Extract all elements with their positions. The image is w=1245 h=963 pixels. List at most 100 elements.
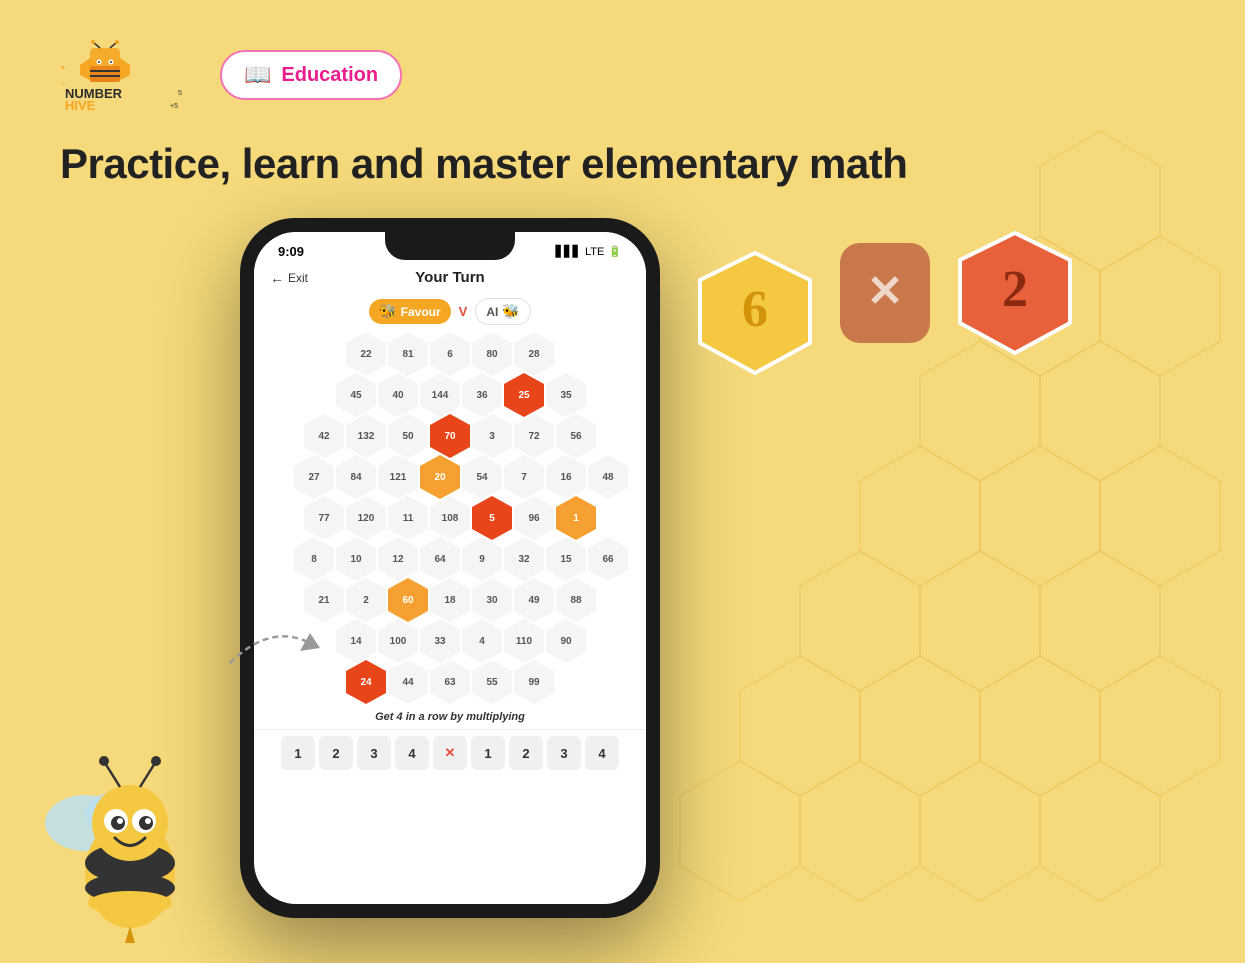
hex-cell[interactable]: 108	[430, 496, 470, 540]
svg-text:+: +	[62, 81, 65, 87]
battery-icon: 🔋	[608, 245, 622, 258]
num-tile-3b[interactable]: 3	[547, 736, 581, 770]
hex-cell[interactable]: 28	[514, 332, 554, 376]
hex-cell[interactable]: 20	[420, 455, 460, 499]
svg-text:5: 5	[178, 90, 182, 97]
hex-cell[interactable]: 88	[556, 578, 596, 622]
hex-cell[interactable]: 72	[514, 414, 554, 458]
hex-cell[interactable]: 54	[462, 455, 502, 499]
hex-cell[interactable]: 15	[546, 537, 586, 581]
hex-cell[interactable]: 110	[504, 619, 544, 663]
hex-cell[interactable]: 77	[304, 496, 344, 540]
hex-cell[interactable]: 70	[430, 414, 470, 458]
hex-cell[interactable]: 49	[514, 578, 554, 622]
hex-cell[interactable]: 7	[504, 455, 544, 499]
hex-cell[interactable]: 96	[514, 496, 554, 540]
hex-row-5: 77 120 11 108 5 96 1	[262, 496, 638, 540]
hex-cell[interactable]: 42	[304, 414, 344, 458]
hex-row-6: 8 10 12 64 9 32 15 66	[284, 537, 638, 581]
hex-cell[interactable]: 121	[378, 455, 418, 499]
hex-row-8: 14 100 33 4 110 90	[284, 619, 638, 663]
player1-name: Favour	[401, 305, 441, 319]
hex-cell[interactable]: 48	[588, 455, 628, 499]
players-bar: 🐝 Favour V AI 🐝	[254, 292, 646, 331]
hex-cell[interactable]: 40	[378, 373, 418, 417]
hex-cell[interactable]: 9	[462, 537, 502, 581]
hex-cell[interactable]: 4	[462, 619, 502, 663]
num-tile-cancel[interactable]: ✕	[433, 736, 467, 770]
num-tile-4[interactable]: 4	[395, 736, 429, 770]
tagline: Practice, learn and master elementary ma…	[60, 140, 1185, 188]
phone-frame: 9:09 ▋▋▋ LTE 🔋 ← Exit Your Turn	[240, 218, 660, 918]
education-badge[interactable]: 📖 Education	[220, 50, 402, 100]
hex-row-2: 45 40 144 36 25 35	[284, 373, 638, 417]
vs-label: V	[459, 304, 468, 319]
hex-cell[interactable]: 99	[514, 660, 554, 704]
num-tile-1b[interactable]: 1	[471, 736, 505, 770]
dashed-arrow	[220, 613, 320, 678]
hex-cell[interactable]: 144	[420, 373, 460, 417]
hex-cell[interactable]: 80	[472, 332, 512, 376]
hex-cell[interactable]: 55	[472, 660, 512, 704]
status-time: 9:09	[278, 244, 304, 259]
hex-cell[interactable]: 22	[346, 332, 386, 376]
hex-cell[interactable]: 64	[420, 537, 460, 581]
back-button[interactable]: ← Exit	[270, 270, 308, 286]
num-tile-3[interactable]: 3	[357, 736, 391, 770]
hex-cell[interactable]: 60	[388, 578, 428, 622]
badge-label: Education	[281, 64, 378, 87]
hex-cell[interactable]: 36	[462, 373, 502, 417]
hex-cell[interactable]: 44	[388, 660, 428, 704]
player2-tag: AI 🐝	[475, 298, 530, 325]
hex-cell[interactable]: 90	[546, 619, 586, 663]
hex-cell[interactable]: 32	[504, 537, 544, 581]
hex-cell[interactable]: 3	[472, 414, 512, 458]
num-tile-4b[interactable]: 4	[585, 736, 619, 770]
hex-cell[interactable]: 66	[588, 537, 628, 581]
phone-mockup: 9:09 ▋▋▋ LTE 🔋 ← Exit Your Turn	[240, 218, 660, 918]
hex-cell[interactable]: 33	[420, 619, 460, 663]
hex-cell[interactable]: 63	[430, 660, 470, 704]
hex-cell[interactable]: 2	[346, 578, 386, 622]
hex-cell[interactable]: 132	[346, 414, 386, 458]
main-area: 9:09 ▋▋▋ LTE 🔋 ← Exit Your Turn	[60, 218, 1185, 918]
hex-cell[interactable]: 12	[378, 537, 418, 581]
hex-cell[interactable]: 18	[430, 578, 470, 622]
hex-cell[interactable]: 45	[336, 373, 376, 417]
hex-cell[interactable]: 25	[504, 373, 544, 417]
hex-cell[interactable]: 56	[556, 414, 596, 458]
phone-notch	[385, 232, 515, 260]
hex-row-1: 22 81 6 80 28	[262, 332, 638, 376]
hex-row-3: 42 132 50 70 3 72 56	[262, 414, 638, 458]
num-tile-2b[interactable]: 2	[509, 736, 543, 770]
svg-text:2: 2	[1002, 261, 1028, 318]
hex-cell[interactable]: 81	[388, 332, 428, 376]
hex-cell[interactable]: 120	[346, 496, 386, 540]
hex-cell[interactable]: 10	[336, 537, 376, 581]
hex-cell[interactable]: 30	[472, 578, 512, 622]
hex-cell[interactable]: 84	[336, 455, 376, 499]
page-content: NUMBER HIVE ✦ + 5 +5 📖 Education Practic…	[0, 0, 1245, 958]
hex-cell[interactable]: 11	[388, 496, 428, 540]
player1-bee-icon: 🐝	[379, 303, 396, 320]
app-header: ← Exit Your Turn	[254, 263, 646, 292]
hex-cell[interactable]: 5	[472, 496, 512, 540]
network-label: LTE	[585, 246, 604, 258]
hex-cell[interactable]: 50	[388, 414, 428, 458]
hex-cell[interactable]: 1	[556, 496, 596, 540]
num-tile-2[interactable]: 2	[319, 736, 353, 770]
hex-cell[interactable]: 35	[546, 373, 586, 417]
hex-cell[interactable]: 27	[294, 455, 334, 499]
book-icon: 📖	[244, 62, 271, 88]
hex-cell[interactable]: 16	[546, 455, 586, 499]
hex-cell[interactable]: 100	[378, 619, 418, 663]
bee-decoration	[30, 743, 210, 948]
float-hex-6: 6	[695, 248, 815, 383]
hex-cell[interactable]: 24	[346, 660, 386, 704]
hex-cell[interactable]: 6	[430, 332, 470, 376]
hex-cell[interactable]: 8	[294, 537, 334, 581]
svg-text:HIVE: HIVE	[65, 98, 96, 110]
num-tile-1[interactable]: 1	[281, 736, 315, 770]
hex-cell[interactable]: 14	[336, 619, 376, 663]
svg-text:+5: +5	[170, 103, 178, 110]
